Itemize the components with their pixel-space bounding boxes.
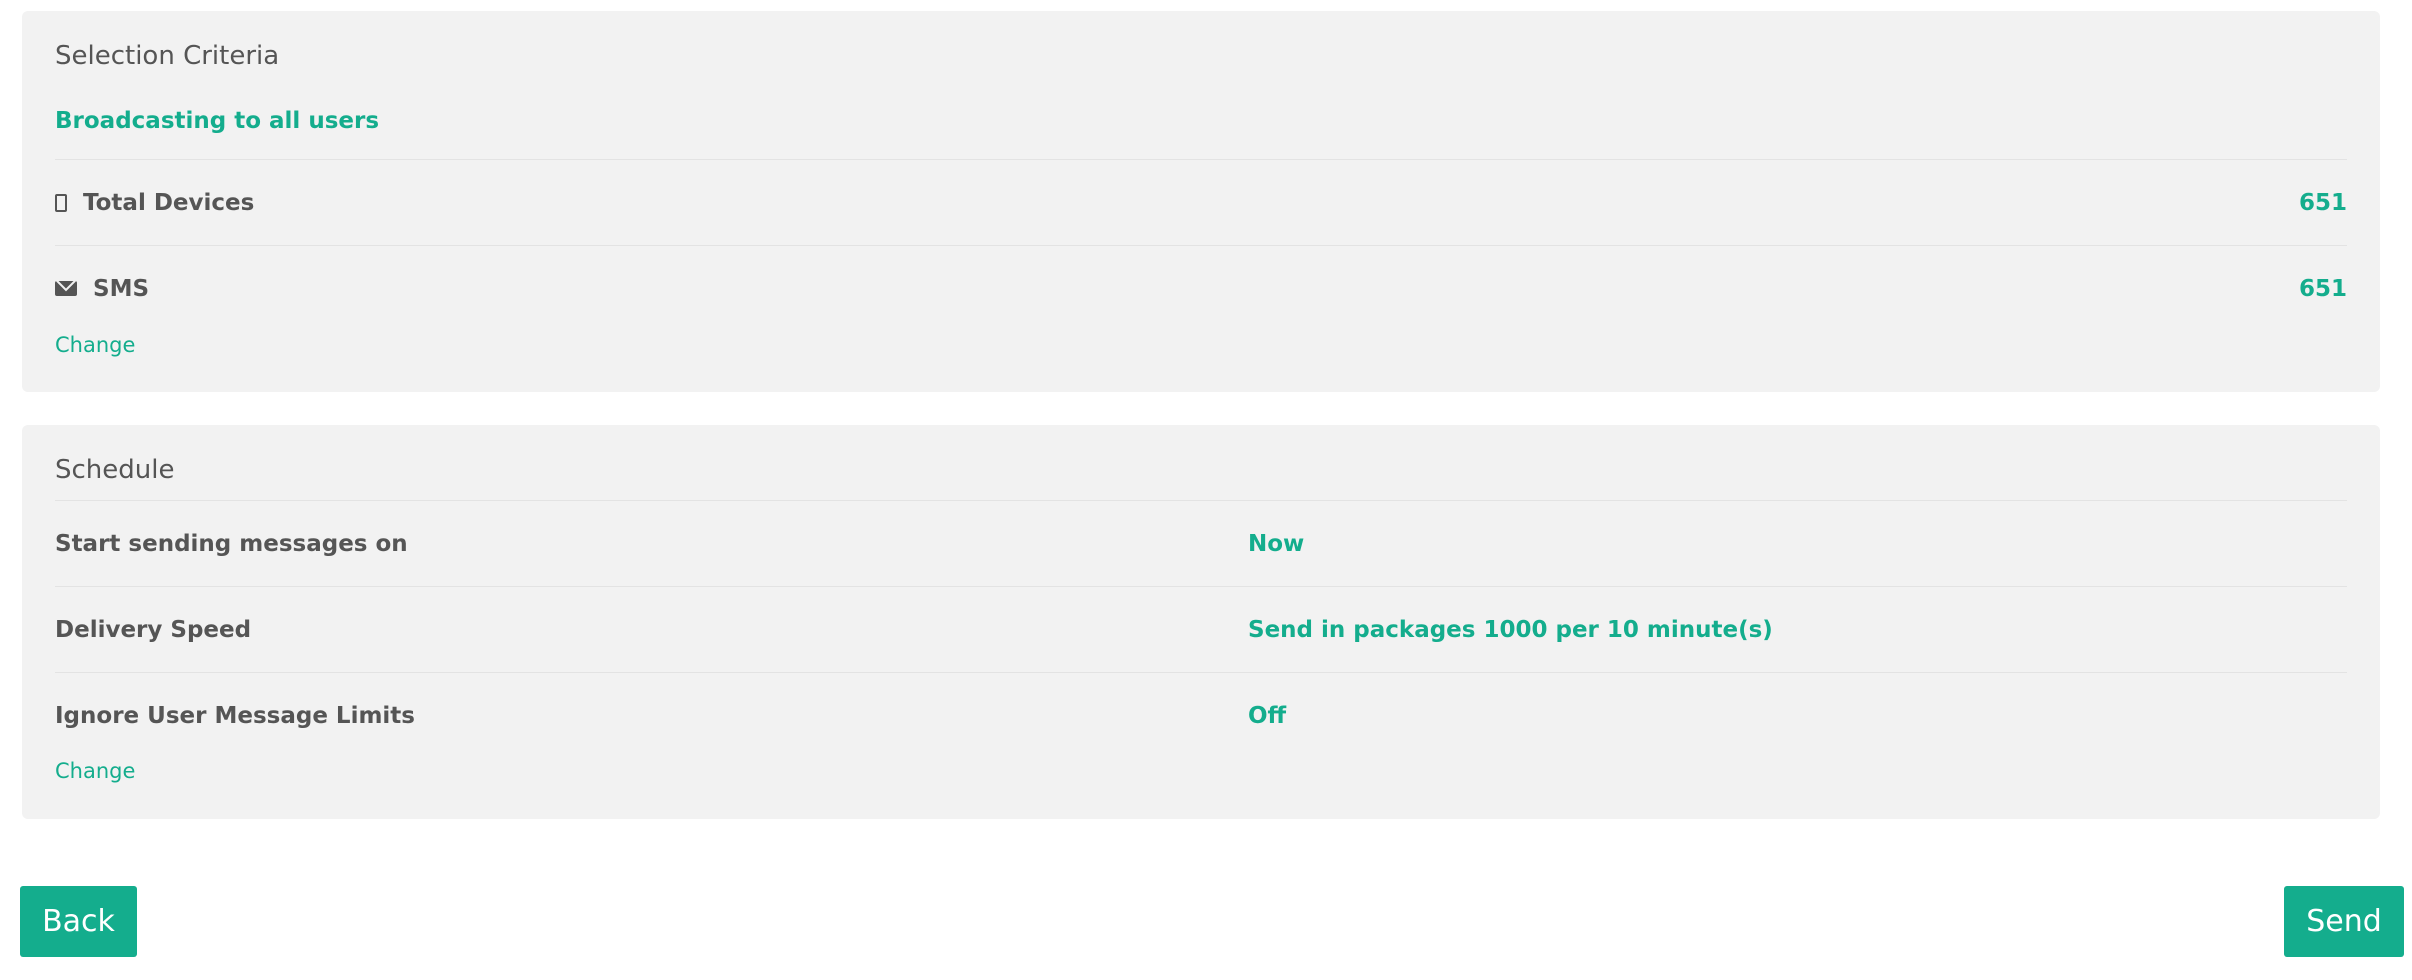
schedule-panel: Schedule Start sending messages on Now D… [22, 425, 2380, 819]
delivery-speed-row: Delivery Speed Send in packages 1000 per… [55, 586, 2347, 672]
total-devices-count: 651 [2298, 189, 2347, 216]
selection-criteria-title: Selection Criteria [55, 41, 280, 71]
total-devices-label: Total Devices [83, 189, 255, 216]
total-devices-row: Total Devices 651 [55, 159, 2347, 245]
sms-label: SMS [93, 275, 150, 302]
ignore-limits-value: Off [1248, 702, 1287, 729]
change-selection-link[interactable]: Change [55, 333, 135, 357]
phone-icon [55, 193, 67, 212]
send-button[interactable]: Send [2284, 886, 2404, 957]
ignore-limits-row: Ignore User Message Limits Off [55, 672, 2347, 758]
delivery-speed-label: Delivery Speed [55, 616, 252, 643]
schedule-title: Schedule [55, 455, 175, 485]
change-schedule-link[interactable]: Change [55, 759, 135, 783]
sms-row: SMS 651 [55, 245, 2347, 331]
broadcast-target-text: Broadcasting to all users [55, 108, 380, 134]
back-button[interactable]: Back [20, 886, 137, 957]
ignore-limits-label: Ignore User Message Limits [55, 702, 415, 729]
selection-criteria-panel: Selection Criteria Broadcasting to all u… [22, 11, 2380, 392]
delivery-speed-value: Send in packages 1000 per 10 minute(s) [1248, 616, 1773, 643]
sms-count: 651 [2298, 275, 2347, 302]
envelope-icon [55, 281, 77, 296]
start-sending-label: Start sending messages on [55, 530, 408, 557]
start-sending-row: Start sending messages on Now [55, 500, 2347, 586]
start-sending-value: Now [1248, 530, 1305, 557]
